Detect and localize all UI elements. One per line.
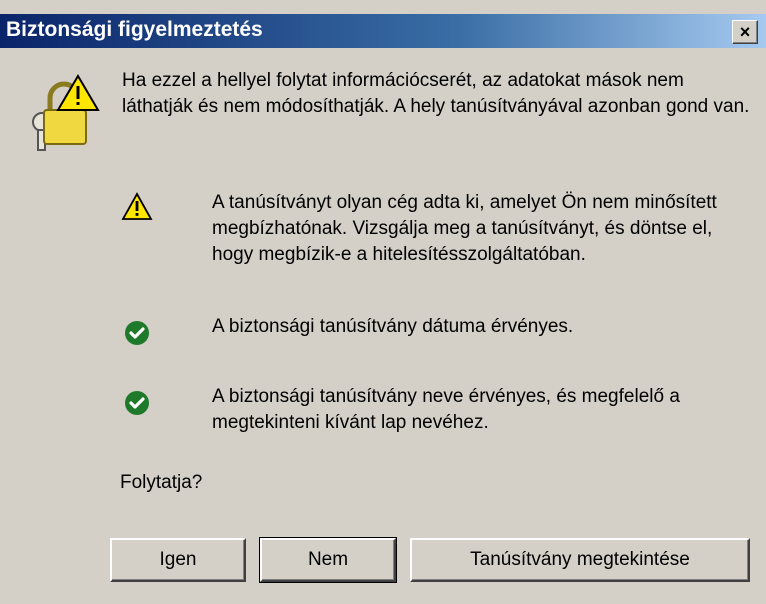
no-button[interactable]: Nem [259,537,397,583]
name-valid-text: A biztonsági tanúsítvány neve érvényes, … [212,386,680,433]
close-button[interactable]: × [732,20,758,44]
view-certificate-button[interactable]: Tanúsítvány megtekintése [410,538,750,582]
warning-icon [121,192,153,220]
close-icon: × [739,22,751,42]
security-lock-warning-icon [32,74,100,151]
intro-text: Ha ezzel a hellyel folytat információcse… [122,70,750,117]
window-title: Biztonsági figyelmeztetés [6,18,263,41]
date-valid-text: A biztonsági tanúsítvány dátuma érvényes… [212,316,574,337]
check-icon [125,391,149,415]
title-bar: Biztonsági figyelmeztetés × [0,14,766,48]
continue-question: Folytatja? [120,472,203,493]
warning-item-text: A tanúsítványt olyan cég adta ki, amelye… [212,192,717,265]
yes-button[interactable]: Igen [110,538,246,582]
check-icon [125,321,149,345]
